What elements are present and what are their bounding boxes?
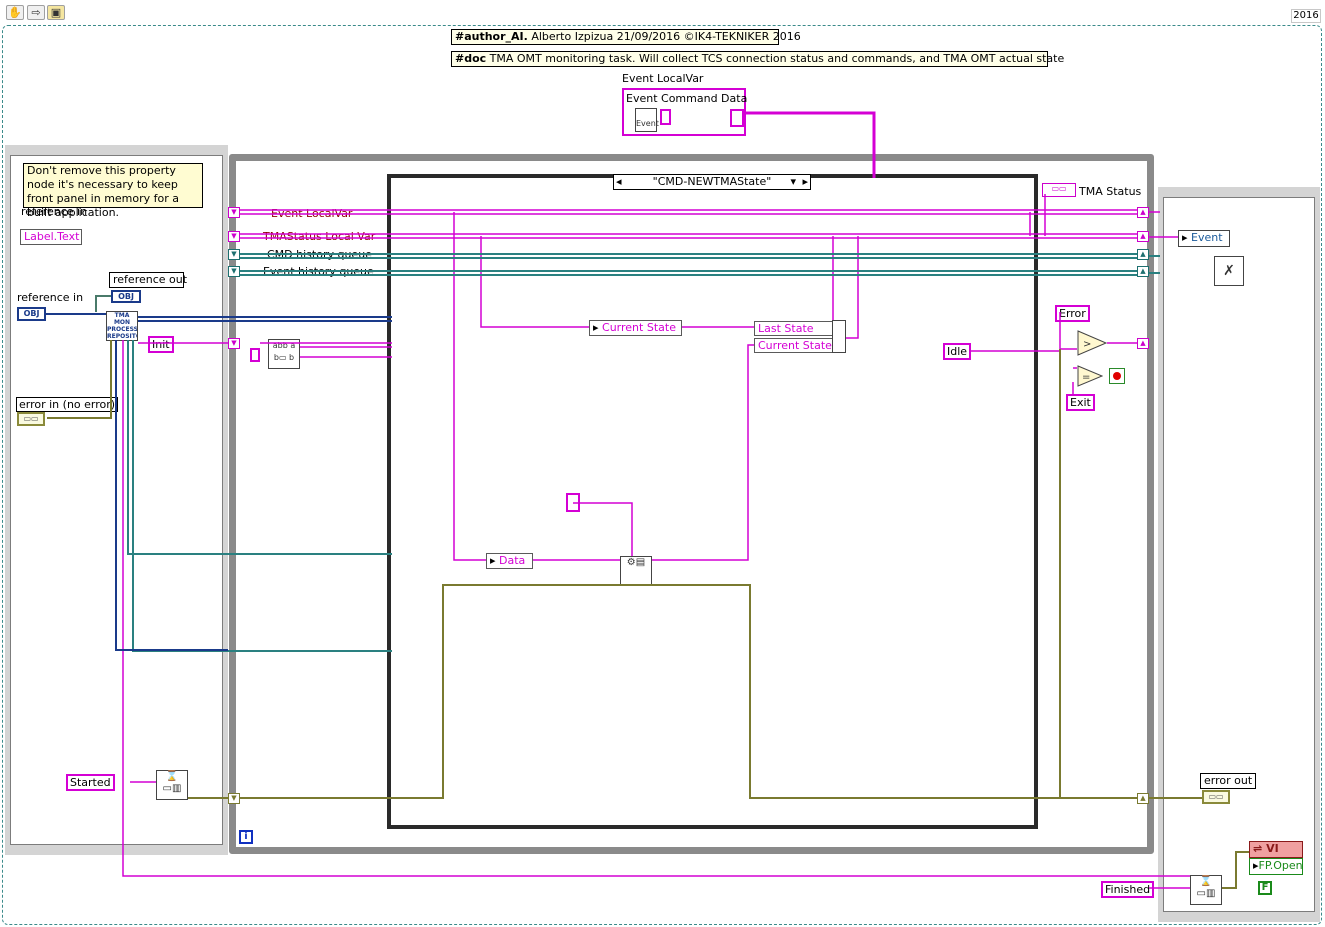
sr-right-error[interactable]: ▲ [1137, 793, 1149, 804]
unregister-event-icon[interactable]: ✗ [1214, 256, 1244, 286]
sr-right-event-queue[interactable]: ▲ [1137, 266, 1149, 277]
equal-compare-node[interactable]: = [1077, 365, 1103, 387]
event-history-queue-label: Event history queue [263, 265, 374, 278]
exit-constant[interactable]: Exit [1066, 394, 1095, 411]
right-frame-content [1163, 197, 1315, 912]
doc-comment: #doc TMA OMT monitoring task. Will colle… [451, 51, 1064, 67]
event-case-structure [387, 174, 1038, 829]
event-command-element-2 [730, 109, 744, 127]
reference-out-label: reference out [109, 272, 187, 288]
sr-right-tmastatus[interactable]: ▲ [1137, 231, 1149, 242]
select-node[interactable]: > [1077, 330, 1107, 356]
sr-right-state[interactable]: ▲ [1137, 338, 1149, 349]
variant-to-data-icon[interactable]: ⚙▤ [620, 556, 652, 586]
tma-status-label: TMA Status [1079, 185, 1142, 198]
sr-left-cmd-queue[interactable]: ▼ [228, 249, 240, 260]
error-in-label: error in (no error) [16, 397, 119, 412]
enqueue-started-icon[interactable]: ⌛ ▭▥ [156, 770, 188, 800]
last-state-bundle[interactable]: Last State [754, 321, 833, 336]
sr-right-event-local[interactable]: ▲ [1137, 207, 1149, 218]
format-string-constant[interactable] [250, 348, 260, 362]
sr-left-tmastatus[interactable]: ▼ [228, 231, 240, 242]
link-icon: ⇌ [1253, 842, 1263, 855]
case-next-arrow[interactable]: ▾ [790, 175, 796, 189]
svg-text:=: = [1082, 372, 1090, 383]
init-constant[interactable]: Init [148, 336, 174, 353]
stop-terminal[interactable] [1109, 368, 1125, 384]
author-comment: #author_AI. Alberto Izpizua 21/09/2016 ©… [451, 29, 801, 45]
label-text-property-node[interactable]: Label.Text [20, 229, 82, 245]
bundle-by-name-node[interactable] [832, 320, 846, 353]
tma-status-indicator[interactable]: ▭▭ [1042, 183, 1076, 197]
event-localvar-label: Event LocalVar [622, 72, 704, 85]
event-command-element-1 [660, 109, 671, 125]
empty-string-constant[interactable] [566, 493, 580, 512]
vi-property-node-header[interactable]: ⇌ VI [1249, 841, 1303, 858]
enqueue-finished-icon[interactable]: ⌛ ▭▥ [1190, 875, 1222, 905]
sr-left-event-queue[interactable]: ▼ [228, 266, 240, 277]
format-into-string-icon[interactable]: abb a b▭ b [268, 339, 300, 369]
reference-in-label: reference in [17, 291, 84, 304]
event-unbundle[interactable]: ▸ Event [1178, 230, 1230, 247]
version-badge: 2016 [1291, 9, 1321, 23]
idle-constant[interactable]: Idle [943, 343, 972, 360]
left-frame-content [10, 155, 223, 845]
reference-out-indicator[interactable]: OBJ [111, 290, 141, 303]
error-constant[interactable]: Error [1055, 305, 1090, 322]
cmd-history-queue-label: CMD history queue [267, 248, 372, 261]
fp-open-property[interactable]: ▸FP.Open [1249, 858, 1303, 875]
svg-text:>: > [1083, 339, 1091, 350]
reference-in-control[interactable]: OBJ [17, 307, 46, 321]
ref-in-label: reference in [21, 205, 88, 218]
loop-iteration-terminal: i [239, 830, 253, 844]
toolbar: ✋ ⇨ ▣ 2016 [0, 0, 1325, 24]
case-next-arrow-2[interactable]: ▸ [802, 175, 808, 189]
current-state-unbundle-1[interactable]: ▸ Current State [589, 320, 682, 336]
error-out-indicator[interactable]: ▭▭ [1202, 790, 1230, 804]
event-command-cluster[interactable]: Event Command Data Event [622, 88, 748, 136]
hand-icon[interactable]: ✋ [6, 5, 24, 20]
sr-left-event-local[interactable]: ▼ [228, 207, 240, 218]
sr-left-error[interactable]: ▼ [228, 793, 240, 804]
current-state-bundle[interactable]: Current State [754, 338, 833, 353]
sr-right-cmd-queue[interactable]: ▲ [1137, 249, 1149, 260]
tmastatus-localvar-sr-label: TMAStatus Local Var [263, 230, 376, 243]
event-document-icon: Event [635, 108, 659, 132]
sr-left-state[interactable]: ▼ [228, 338, 240, 349]
process-repository-subvi[interactable]: TMA MON PROCESS REPOSITO [106, 311, 138, 341]
case-selector-label: "CMD-NEWTMAState" [652, 175, 772, 188]
finished-constant[interactable]: Finished [1101, 881, 1155, 898]
data-unbundle[interactable]: ▸ Data [486, 553, 533, 569]
event-localvar-sr-label: Event LocalVar [271, 207, 353, 220]
started-constant[interactable]: Started [66, 774, 115, 791]
labview-icon[interactable]: ▣ [47, 5, 65, 20]
arrow-icon[interactable]: ⇨ [27, 5, 45, 20]
case-prev-arrow[interactable]: ◂ [616, 175, 622, 189]
false-constant[interactable]: F [1258, 881, 1272, 895]
event-command-label: Event Command Data [626, 92, 748, 105]
property-node-note: Don't remove this property node it's nec… [23, 163, 203, 219]
error-in-control[interactable]: ▭▭ [17, 412, 45, 426]
case-selector[interactable]: ◂ "CMD-NEWTMAState" ▾ ▸ [613, 174, 811, 190]
error-out-label: error out [1200, 773, 1257, 789]
